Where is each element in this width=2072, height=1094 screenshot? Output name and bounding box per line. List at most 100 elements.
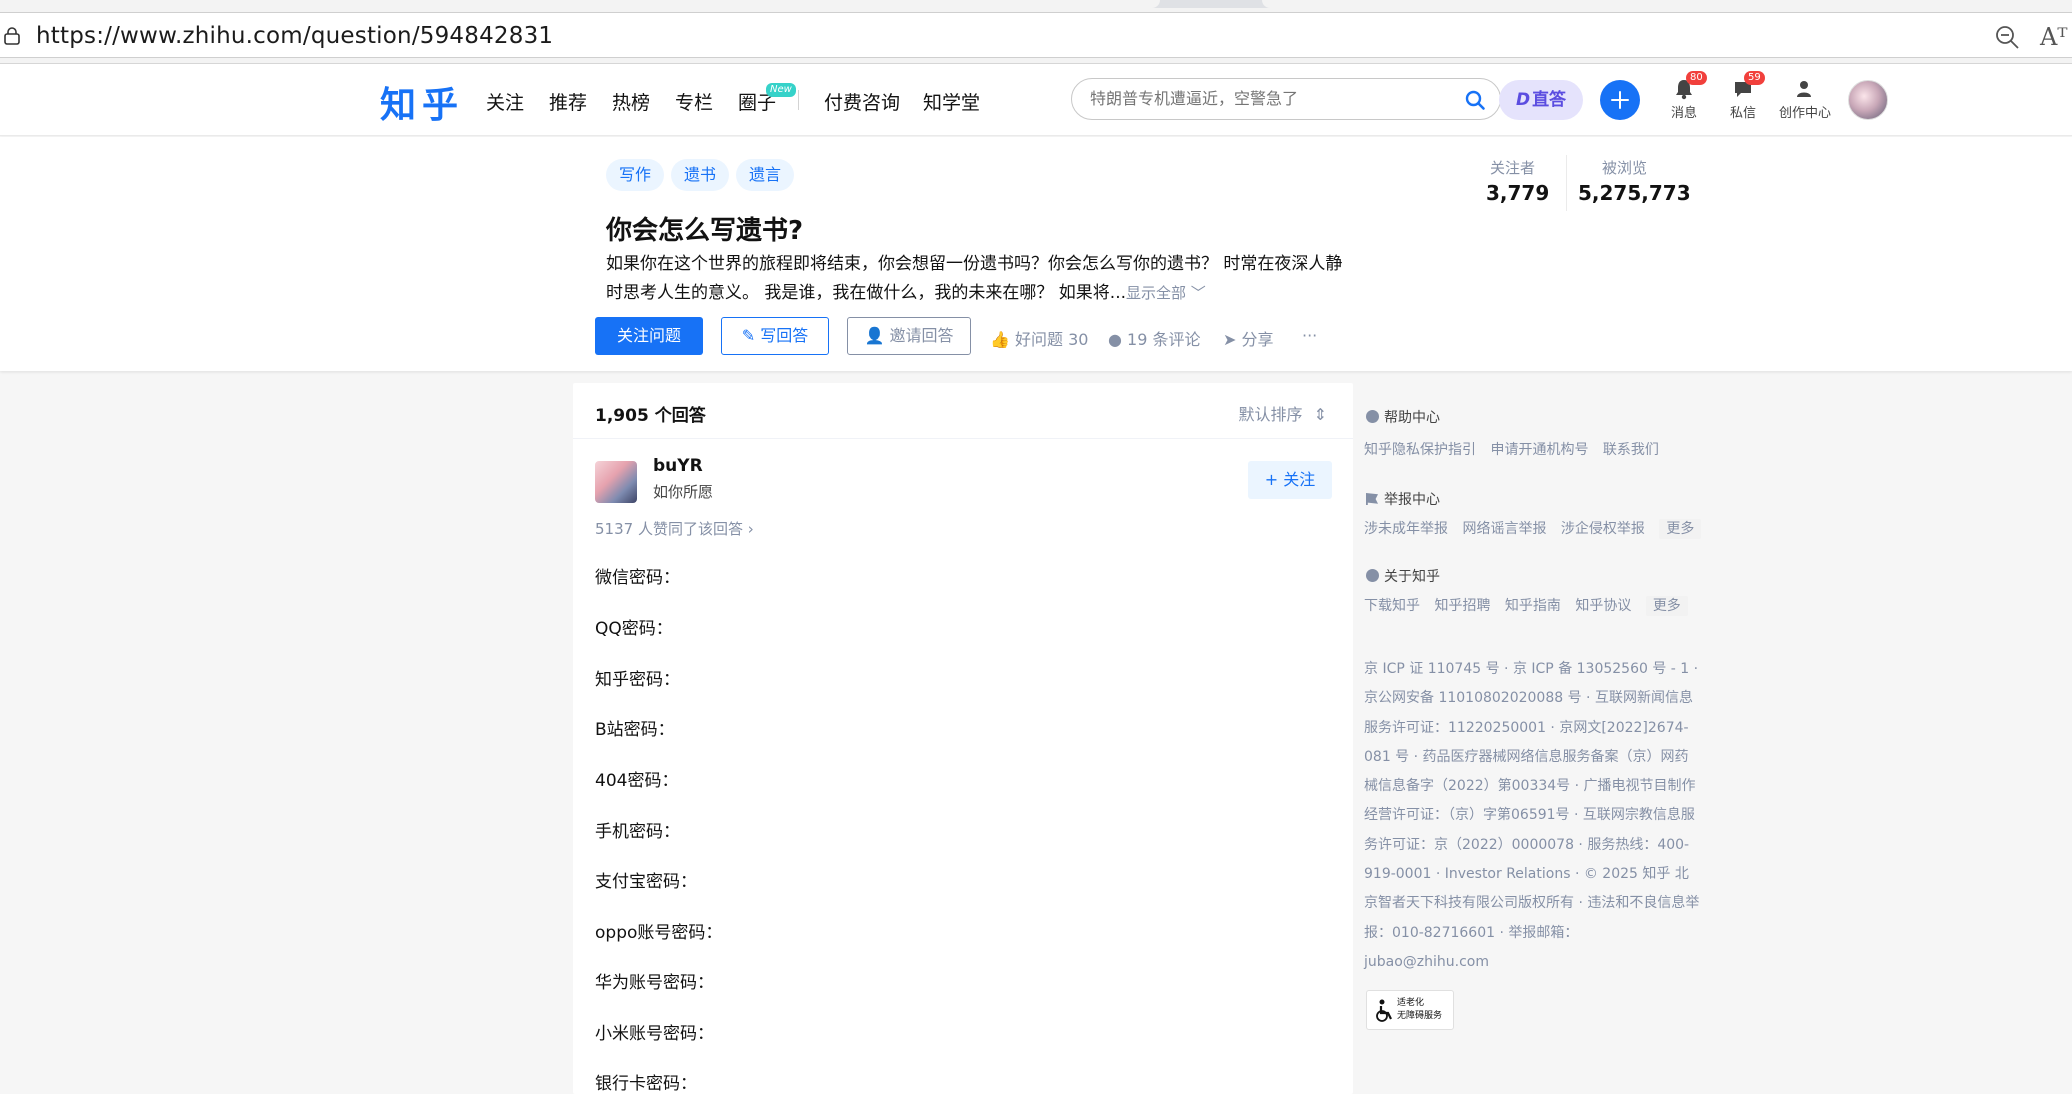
question-title: 你会怎么写遗书? — [606, 216, 804, 246]
user-avatar[interactable] — [1848, 80, 1888, 120]
tab-strip — [0, 0, 2072, 8]
messages-button[interactable]: 80 消息 — [1666, 71, 1707, 121]
write-answer-button[interactable]: ✎ 写回答 — [721, 317, 829, 355]
nav-hot[interactable]: 热榜 — [612, 88, 650, 115]
show-all-link[interactable]: 显示全部 ﹀ — [1126, 284, 1206, 302]
answer-text-line: QQ密码： — [595, 619, 673, 639]
write-answer-label: 写回答 — [760, 326, 809, 345]
answer-text-line: 小米账号密码： — [595, 1024, 714, 1044]
creator-icon — [1777, 74, 1833, 102]
answer-text-line: 华为账号密码： — [595, 973, 714, 993]
top-navigation: 知乎 关注 推荐 热榜 专栏 圈子 New 付费咨询 知学堂 D直答 80 消息 — [0, 64, 2072, 136]
help-link[interactable]: 申请开通机构号 — [1490, 442, 1588, 458]
vote-count-link[interactable]: 5137 人赞同了该回答 › — [595, 518, 754, 539]
answer-text-line: oppo账号密码： — [595, 923, 723, 943]
comment-icon: ● — [1108, 330, 1128, 349]
report-links: 涉未成年举报 网络谣言举报 涉企侵权举报 更多 — [1364, 518, 1711, 539]
nav-recommend[interactable]: 推荐 — [549, 88, 587, 115]
browser-toolbar: https://www.zhihu.com/question/594842831… — [0, 0, 2072, 64]
follow-author-button[interactable]: + 关注 — [1248, 461, 1332, 499]
nav-column[interactable]: 专栏 — [675, 88, 713, 115]
accessibility-badge-text: 适老化 无障碍服务 — [1397, 997, 1442, 1023]
comments-label: 19 条评论 — [1127, 330, 1201, 349]
help-link[interactable]: 知乎隐私保护指引 — [1364, 442, 1476, 458]
bell-icon: 80 — [1666, 71, 1707, 102]
share-icon: ➤ — [1223, 330, 1242, 349]
pencil-icon: ✎ — [741, 326, 761, 345]
search-input[interactable] — [1090, 89, 1450, 108]
thumbs-up-icon: 👍 — [990, 330, 1016, 349]
about-link[interactable]: 知乎指南 — [1505, 598, 1561, 614]
lock-icon[interactable] — [4, 27, 20, 45]
good-question-button[interactable]: 👍 好问题 30 — [990, 326, 1088, 350]
author-avatar[interactable] — [595, 461, 637, 503]
topic-tag[interactable]: 写作 — [606, 159, 665, 191]
invite-user-icon: 👤 — [864, 326, 890, 345]
about-links: 下载知乎 知乎招聘 知乎指南 知乎协议 更多 — [1364, 595, 1698, 616]
zoom-out-icon[interactable] — [1994, 24, 2020, 50]
nav-follow[interactable]: 关注 — [486, 88, 524, 115]
new-badge: New — [766, 83, 796, 97]
follow-question-button[interactable]: 关注问题 — [595, 317, 703, 355]
help-center-label: 帮助中心 — [1384, 410, 1440, 426]
zhida-icon: D — [1515, 90, 1531, 110]
report-link[interactable]: 涉未成年举报 — [1364, 521, 1448, 537]
search-icon[interactable] — [1464, 89, 1486, 111]
about-link[interactable]: 知乎招聘 — [1434, 598, 1490, 614]
report-center-title[interactable]: 举报中心 — [1366, 489, 1440, 509]
messages-label: 消息 — [1670, 106, 1697, 121]
topic-tag[interactable]: 遗书 — [671, 159, 730, 191]
dm-button[interactable]: 59 私信 — [1728, 71, 1765, 121]
help-icon — [1366, 410, 1379, 423]
answer-text-line: 知乎密码： — [595, 670, 680, 690]
answer-text-line: 404密码： — [595, 771, 679, 791]
followers-value: 3,779 — [1486, 181, 1550, 205]
report-link[interactable]: 涉企侵权举报 — [1561, 521, 1645, 537]
zhida-button[interactable]: D 直答 — [1499, 80, 1583, 120]
views-label: 被浏览 — [1602, 159, 1648, 177]
about-link[interactable]: 下载知乎 — [1364, 598, 1420, 614]
creator-label: 创作中心 — [1778, 106, 1831, 121]
help-center-title[interactable]: 帮助中心 — [1366, 407, 1440, 427]
address-bar[interactable]: https://www.zhihu.com/question/594842831… — [0, 12, 2072, 58]
nav-zhixuetang[interactable]: 知学堂 — [923, 88, 980, 115]
zhihu-logo[interactable]: 知乎 — [380, 76, 464, 128]
about-zhihu-label: 关于知乎 — [1384, 569, 1440, 585]
stat-divider — [1566, 155, 1567, 211]
messages-count-badge: 80 — [1686, 71, 1707, 85]
answer-list-card: 1,905 个回答 默认排序 ⇕ buYR 如你所愿 + 关注 5137 人赞同… — [573, 383, 1353, 1094]
read-aloud-icon[interactable]: Aᵀ — [2040, 23, 2067, 51]
search-box[interactable] — [1071, 78, 1501, 120]
invite-answer-button[interactable]: 👤 邀请回答 — [847, 317, 971, 355]
comments-button[interactable]: ● 19 条评论 — [1108, 326, 1201, 350]
about-link[interactable]: 知乎协议 — [1575, 598, 1631, 614]
creator-center-button[interactable]: 创作中心 — [1777, 74, 1833, 121]
inactive-tab[interactable] — [1262, 0, 2072, 8]
sort-label: 默认排序 — [1238, 405, 1303, 424]
help-links: 知乎隐私保护指引 申请开通机构号 联系我们 — [1364, 439, 1669, 459]
help-link[interactable]: 联系我们 — [1603, 442, 1659, 458]
wheelchair-icon — [1376, 999, 1392, 1022]
create-plus-button[interactable] — [1600, 80, 1640, 120]
share-button[interactable]: ➤ 分享 — [1223, 326, 1274, 350]
about-more-button[interactable]: 更多 — [1645, 596, 1688, 616]
dm-label: 私信 — [1729, 106, 1756, 121]
author-bio: 如你所愿 — [653, 483, 714, 501]
sort-toggle-icon: ⇕ — [1313, 405, 1327, 424]
nav-divider — [798, 90, 799, 110]
accessibility-badge[interactable]: 适老化 无障碍服务 — [1366, 990, 1454, 1030]
more-actions-button[interactable]: ··· — [1302, 326, 1317, 345]
url-text[interactable]: https://www.zhihu.com/question/594842831 — [36, 23, 553, 49]
share-label: 分享 — [1241, 330, 1274, 349]
legal-footer: 京 ICP 证 110745 号 · 京 ICP 备 13052560 号 - … — [1364, 661, 1700, 970]
nav-paid-consult[interactable]: 付费咨询 — [824, 88, 900, 115]
chat-icon: 59 — [1728, 71, 1765, 102]
report-link[interactable]: 网络谣言举报 — [1462, 521, 1546, 537]
active-tab[interactable] — [0, 0, 1160, 8]
topic-tag[interactable]: 遗言 — [736, 159, 795, 191]
about-zhihu-title[interactable]: 关于知乎 — [1366, 566, 1440, 586]
sort-dropdown[interactable]: 默认排序 ⇕ — [1238, 401, 1327, 425]
author-name[interactable]: buYR — [653, 456, 703, 476]
answer-text-line: 手机密码： — [595, 822, 680, 842]
report-more-button[interactable]: 更多 — [1659, 519, 1702, 539]
